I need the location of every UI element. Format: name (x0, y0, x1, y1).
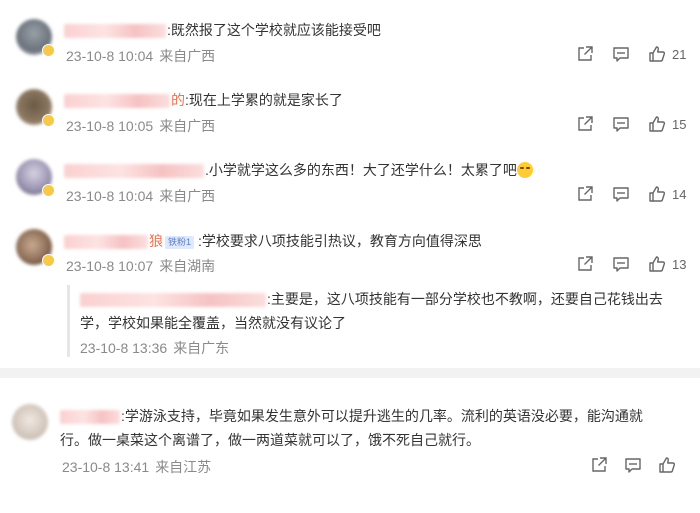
comment-time: 23-10-8 10:05 (66, 118, 154, 134)
comment-time: 23-10-8 10:04 (66, 188, 154, 204)
comment-text: :学校要求八项技能引热议，教育方向值得深思 (198, 233, 482, 249)
comment-meta: 23-10-8 10:04 来自广西 (66, 186, 215, 206)
reply-line-2: 学，学校如果能全覆盖，当然就没有议论了 (80, 315, 346, 331)
comment-location: 来自广西 (159, 48, 216, 64)
reply-thread-bar (67, 285, 70, 357)
reply-text: :主要是，这八项技能有一部分学校也不教啊，还要自己花钱出去 (267, 291, 663, 307)
comment-button[interactable] (612, 254, 630, 274)
comment-line: 的:现在上学累的就是家长了 (64, 90, 343, 110)
comment-body: :学游泳支持，毕竟如果发生意外可以提升逃生的几率。流利的英语没必要，能沟通就 行… (60, 404, 690, 452)
comment-text: :学游泳支持，毕竟如果发生意外可以提升逃生的几率。流利的英语没必要，能沟通就 (121, 408, 643, 424)
share-icon (578, 116, 593, 131)
thumbs-up-icon (659, 457, 676, 473)
reply-item: :主要是，这八项技能有一部分学校也不教啊，还要自己花钱出去 学，学校如果能全覆盖… (80, 287, 690, 335)
comment-line-2: 行。做一桌菜这个离谱了，做一两道菜就可以了，饿不死自己就行。 (60, 432, 480, 448)
comment-line: .小学就学这么多的东西！大了还学什么！太累了吧 (64, 160, 533, 180)
reply-meta: 23-10-8 13:36 来自广东 (80, 338, 229, 358)
fan-level-badge[interactable]: 铁粉1 (165, 235, 195, 249)
comment-actions: 15 (576, 114, 700, 134)
comment-button[interactable] (612, 114, 630, 134)
like-count: 14 (672, 186, 687, 202)
like-count: 15 (672, 116, 687, 132)
comment-line: 狼铁粉1:学校要求八项技能引热议，教育方向值得深思 (64, 231, 482, 251)
comment-meta: 23-10-8 10:07 来自湖南 (66, 256, 215, 276)
username-blurred[interactable] (64, 235, 148, 250)
laugh-cry-emoji-icon (516, 162, 533, 178)
comment-button[interactable] (624, 455, 642, 475)
share-icon (578, 186, 593, 201)
share-button[interactable] (576, 44, 594, 64)
section-divider (0, 368, 700, 378)
comment-icon (613, 117, 629, 132)
comment-text: .小学就学这么多的东西！大了还学什么！太累了吧 (205, 162, 517, 178)
verified-badge-icon (42, 114, 55, 127)
like-button[interactable] (658, 455, 676, 475)
comment-text: :既然报了这个学校就应该能接受吧 (167, 22, 381, 38)
thumbs-up-icon (649, 46, 666, 62)
comment-meta: 23-10-8 10:04 来自广西 (66, 46, 215, 66)
comment-line: :既然报了这个学校就应该能接受吧 (64, 20, 381, 40)
share-icon (578, 46, 593, 61)
thumbs-up-icon (649, 256, 666, 272)
share-button[interactable] (576, 114, 594, 134)
username-tail[interactable]: 的 (171, 92, 185, 108)
comment-text: :现在上学累的就是家长了 (185, 92, 343, 108)
verified-badge-icon (42, 44, 55, 57)
comment-icon (625, 458, 641, 473)
comment-icon (613, 257, 629, 272)
comment-time: 23-10-8 10:07 (66, 258, 154, 274)
comment-actions: 21 (576, 44, 700, 64)
avatar[interactable] (12, 404, 48, 440)
like-button[interactable]: 21 (648, 44, 686, 64)
comment-button[interactable] (612, 44, 630, 64)
comment-time: 23-10-8 10:04 (66, 48, 154, 64)
comment-location: 来自湖南 (159, 258, 216, 274)
share-button[interactable] (576, 184, 594, 204)
share-icon (592, 457, 607, 472)
comment-meta: 23-10-8 13:41 来自江苏 (62, 457, 211, 477)
thumbs-up-icon (649, 116, 666, 132)
reply-line-1: :主要是，这八项技能有一部分学校也不教啊，还要自己花钱出去 (80, 287, 690, 311)
username-blurred[interactable] (80, 293, 266, 308)
username-blurred[interactable] (60, 410, 120, 425)
comment-time: 23-10-8 13:41 (62, 459, 150, 475)
share-icon (578, 256, 593, 271)
comment-icon (613, 187, 629, 202)
comment-location: 来自广西 (159, 118, 216, 134)
share-button[interactable] (590, 455, 608, 475)
verified-badge-icon (42, 184, 55, 197)
like-button[interactable]: 13 (648, 254, 686, 274)
like-count: 13 (672, 256, 687, 272)
username-blurred[interactable] (64, 164, 204, 179)
username-blurred[interactable] (64, 24, 166, 39)
comment-meta: 23-10-8 10:05 来自广西 (66, 116, 215, 136)
username-tail[interactable]: 狼 (149, 233, 163, 249)
reply-time: 23-10-8 13:36 (80, 340, 168, 356)
like-count: 21 (672, 46, 687, 62)
share-button[interactable] (576, 254, 594, 274)
username-blurred[interactable] (64, 94, 170, 109)
like-button[interactable]: 15 (648, 114, 686, 134)
comment-actions (590, 455, 690, 475)
thumbs-up-icon (649, 186, 666, 202)
reply-location: 来自广东 (173, 340, 230, 356)
comment-line-1: :学游泳支持，毕竟如果发生意外可以提升逃生的几率。流利的英语没必要，能沟通就 (60, 404, 690, 428)
comment-icon (613, 47, 629, 62)
like-button[interactable]: 14 (648, 184, 686, 204)
comment-location: 来自广西 (159, 188, 216, 204)
comment-button[interactable] (612, 184, 630, 204)
verified-badge-icon (42, 254, 55, 267)
comment-location: 来自江苏 (155, 459, 212, 475)
comment-actions: 14 (576, 184, 700, 204)
comment-actions: 13 (576, 254, 700, 274)
